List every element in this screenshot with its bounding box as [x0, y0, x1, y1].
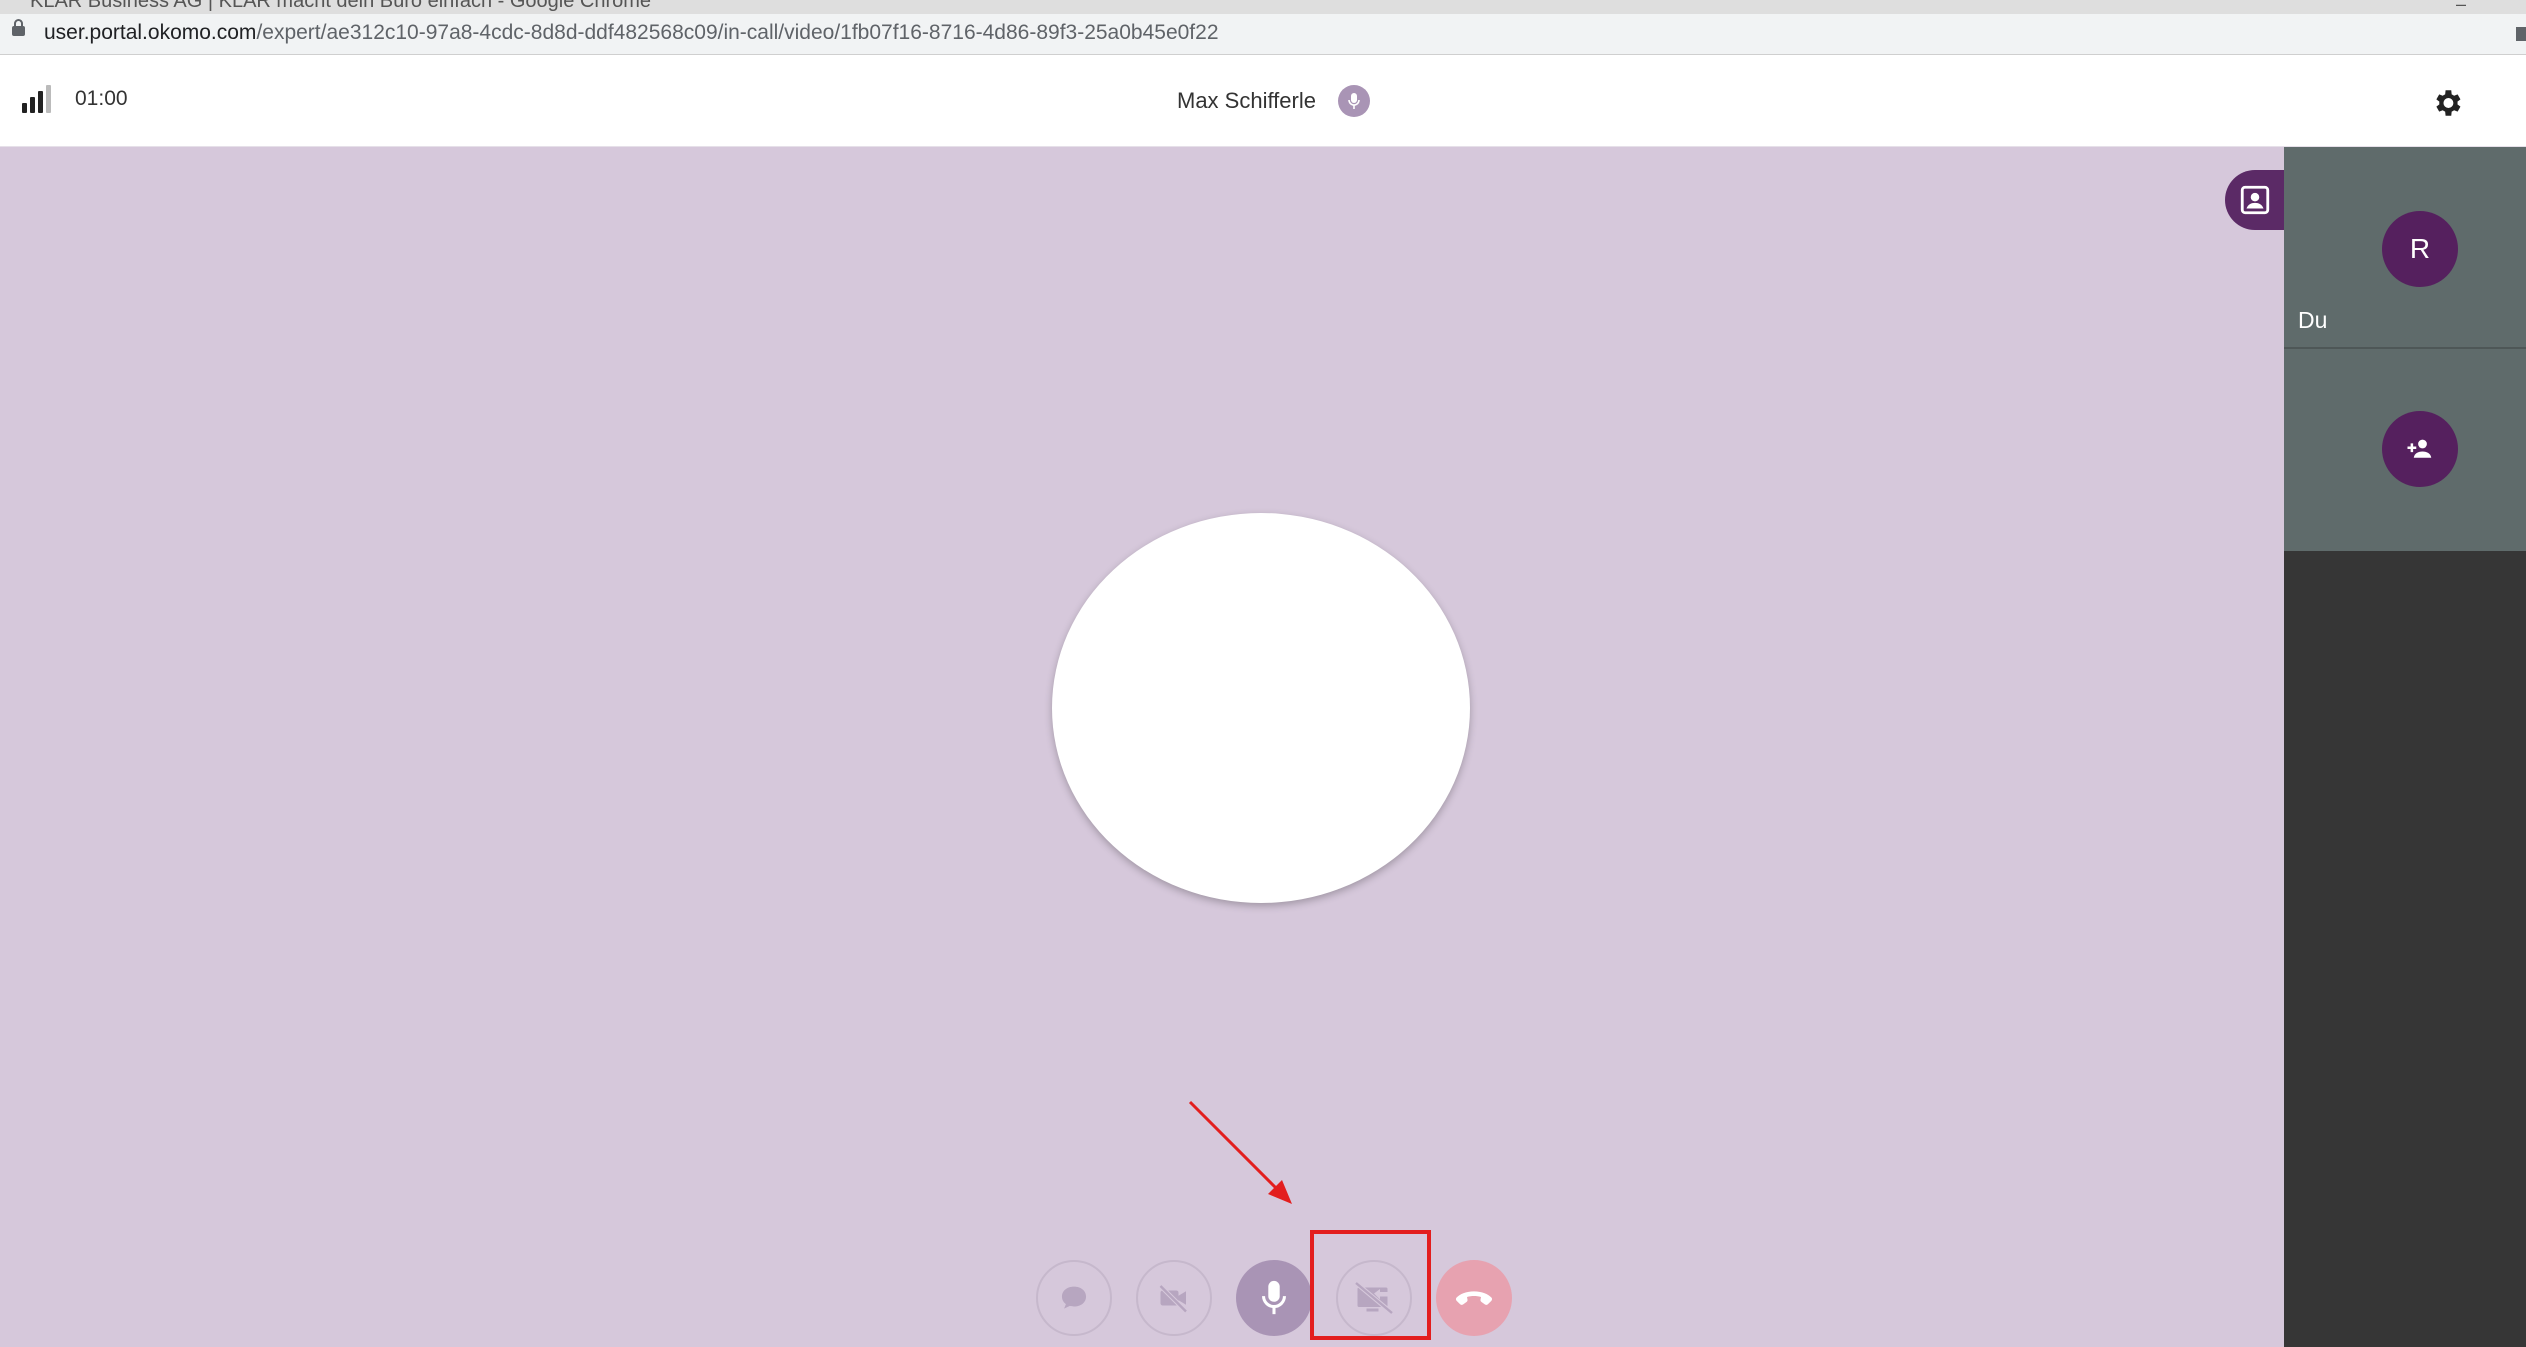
chat-icon	[1061, 1286, 1087, 1309]
add-participant-button[interactable]	[2382, 411, 2458, 487]
video-off-icon	[1158, 1284, 1188, 1314]
signal-strength-icon	[22, 85, 56, 113]
lock-icon	[12, 19, 25, 36]
self-label: Du	[2298, 307, 2328, 333]
call-header: 01:00 Max Schifferle	[0, 55, 2526, 147]
add-participant-tile	[2284, 349, 2526, 551]
video-stage	[0, 147, 2285, 1347]
caller-mic-icon	[1338, 85, 1370, 117]
participants-panel: R Du	[2284, 147, 2526, 1347]
window-title: KLAR Business AG | KLAR macht dein Büro …	[30, 0, 652, 12]
screen-share-off-icon	[1354, 1281, 1394, 1315]
contact-card-icon	[2240, 185, 2270, 215]
url-host: user.portal.okomo.com	[44, 21, 257, 44]
microphone-button[interactable]	[1236, 1260, 1312, 1336]
self-participant-tile: R Du	[2284, 147, 2526, 349]
chat-button[interactable]	[1036, 1260, 1112, 1336]
add-person-icon	[2407, 439, 2432, 458]
url-path: /expert/ae312c10-97a8-4cdc-8d8d-ddf48256…	[256, 21, 1219, 44]
remote-avatar-placeholder	[1052, 513, 1470, 903]
url-text[interactable]: user.portal.okomo.com/expert/ae312c10-97…	[44, 21, 1219, 45]
address-bar[interactable]: user.portal.okomo.com/expert/ae312c10-97…	[0, 14, 2526, 55]
video-off-button[interactable]	[1136, 1260, 1212, 1336]
avatar: R	[2382, 211, 2458, 287]
caller-name: Max Schifferle	[1177, 88, 1316, 113]
extension-icon[interactable]	[2516, 27, 2526, 41]
call-timer: 01:00	[75, 87, 128, 110]
microphone-icon	[1262, 1280, 1286, 1315]
minimize-icon[interactable]: –	[2456, 0, 2466, 14]
gear-icon	[2436, 90, 2461, 116]
settings-button[interactable]	[2427, 83, 2467, 123]
contact-card-button[interactable]	[2225, 170, 2285, 230]
screen-share-button[interactable]	[1336, 1260, 1412, 1336]
hang-up-button[interactable]	[1436, 1260, 1512, 1336]
window-title-bar: KLAR Business AG | KLAR macht dein Büro …	[0, 0, 2526, 14]
hang-up-icon	[1455, 1291, 1493, 1305]
